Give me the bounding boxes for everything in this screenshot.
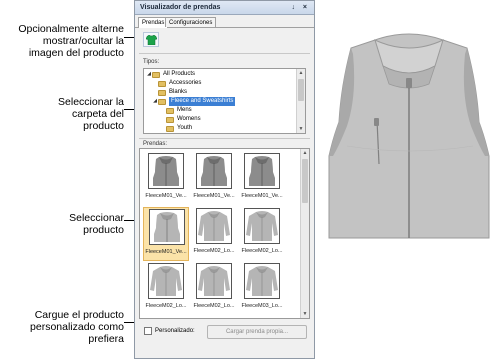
vest-illustration	[328, 33, 490, 239]
tree-item-womens[interactable]: Womens	[166, 115, 201, 124]
garment-thumbnail[interactable]: FleeceM02_Lo...	[143, 262, 189, 316]
folder-icon	[158, 98, 166, 105]
garment-label: FleeceM03_Lo...	[241, 303, 283, 309]
scroll-thumb[interactable]	[298, 79, 304, 101]
garment-image	[148, 263, 184, 299]
custom-checkbox[interactable]	[144, 327, 152, 335]
garment-label: FleeceM01_Ve...	[145, 249, 187, 255]
tree-item-blanks[interactable]: Blanks	[152, 88, 187, 97]
garment-thumbnail[interactable]: FleeceM02_Lo...	[191, 207, 237, 261]
tree-item-all-products[interactable]: ◢ All Products	[146, 70, 195, 79]
garment-image	[196, 153, 232, 189]
garment-label: FleeceM02_Lo...	[241, 248, 283, 254]
grid-scrollbar[interactable]: ▲ ▼	[300, 149, 309, 318]
panel-title: Visualizador de prendas	[140, 4, 221, 11]
garment-label: FleeceM01_Ve...	[193, 193, 235, 199]
garments-label: Prendas:	[143, 141, 168, 147]
scroll-up-icon[interactable]: ▲	[297, 69, 305, 77]
folder-icon	[166, 125, 174, 132]
tree-scrollbar[interactable]: ▲ ▼	[296, 69, 305, 133]
product-preview-image	[328, 33, 490, 239]
callout-select-folder: Seleccionar la carpeta del producto	[58, 96, 124, 132]
pin-close-icons[interactable]: ↓ ×	[291, 1, 310, 14]
divider	[139, 53, 310, 54]
garment-label: FleeceM01_Ve...	[145, 193, 187, 199]
garment-image	[244, 263, 280, 299]
garment-thumbnail[interactable]: FleeceM01_Ve...	[143, 152, 189, 206]
panel-tabs: Prendas Configuraciones	[135, 15, 314, 28]
garment-label: FleeceM02_Lo...	[145, 303, 187, 309]
scroll-thumb[interactable]	[302, 159, 308, 203]
folder-icon	[166, 107, 174, 114]
custom-product-row: Personalizado:	[144, 327, 195, 335]
garment-thumbnail[interactable]: FleeceM02_Lo...	[191, 262, 237, 316]
shirt-icon	[145, 34, 157, 45]
garment-thumbnail[interactable]: FleeceM03_Lo...	[239, 262, 285, 316]
folder-icon	[166, 116, 174, 123]
custom-label: Personalizado:	[155, 328, 195, 334]
garment-image	[196, 208, 232, 244]
toggle-product-image-button[interactable]	[143, 32, 159, 47]
callout-select-product: Seleccionar producto	[69, 212, 124, 236]
garment-image	[149, 209, 185, 245]
garment-image	[196, 263, 232, 299]
panel-titlebar: Visualizador de prendas ↓ ×	[135, 1, 314, 15]
garment-label: FleeceM01_Ve...	[241, 193, 283, 199]
folder-icon	[152, 71, 160, 78]
garment-thumbnail[interactable]: FleeceM01_Ve...	[143, 207, 189, 261]
folder-icon	[158, 80, 166, 87]
garment-image	[148, 153, 184, 189]
garment-thumbnail[interactable]: FleeceM01_Ve...	[239, 152, 285, 206]
garment-thumbnail[interactable]: FleeceM02_Lo...	[239, 207, 285, 261]
folder-icon	[158, 89, 166, 96]
garment-image	[244, 208, 280, 244]
garment-image	[244, 153, 280, 189]
tree-item-fleece-and-sweatshirts[interactable]: ◢ Fleece and Sweatshirts	[146, 97, 236, 106]
garment-label: FleeceM02_Lo...	[193, 303, 235, 309]
scroll-up-icon[interactable]: ▲	[301, 149, 309, 157]
tree-item-youth[interactable]: Youth	[166, 124, 192, 133]
scroll-down-icon[interactable]: ▼	[297, 125, 305, 133]
garment-viewer-panel: Visualizador de prendas ↓ × Prendas Conf…	[134, 0, 315, 359]
callout-toggle-image: Opcionalmente alterne mostrar/ocultar la i…	[18, 23, 124, 59]
garment-thumbnail-grid[interactable]: ▲ ▼ FleeceM01_Ve... FleeceM01_Ve... Fleece…	[139, 148, 310, 319]
tree-item-mens[interactable]: Mens	[166, 106, 192, 115]
tab-configuraciones[interactable]: Configuraciones	[165, 17, 217, 27]
scroll-down-icon[interactable]: ▼	[301, 310, 309, 318]
garment-thumbnail[interactable]: FleeceM01_Ve...	[191, 152, 237, 206]
types-label: Tipos:	[143, 59, 160, 65]
divider	[139, 138, 310, 139]
garment-label: FleeceM02_Lo...	[193, 248, 235, 254]
tab-prendas[interactable]: Prendas	[138, 17, 169, 28]
callout-load-custom: Cargue el producto personalizado como pref…	[30, 309, 124, 345]
tree-item-accessories[interactable]: Accessories	[152, 79, 201, 88]
product-type-tree[interactable]: ◢ All Products Accessories Blanks ◢ Fleece…	[143, 68, 306, 134]
load-custom-garment-button[interactable]: Cargar prenda propia...	[207, 325, 307, 339]
